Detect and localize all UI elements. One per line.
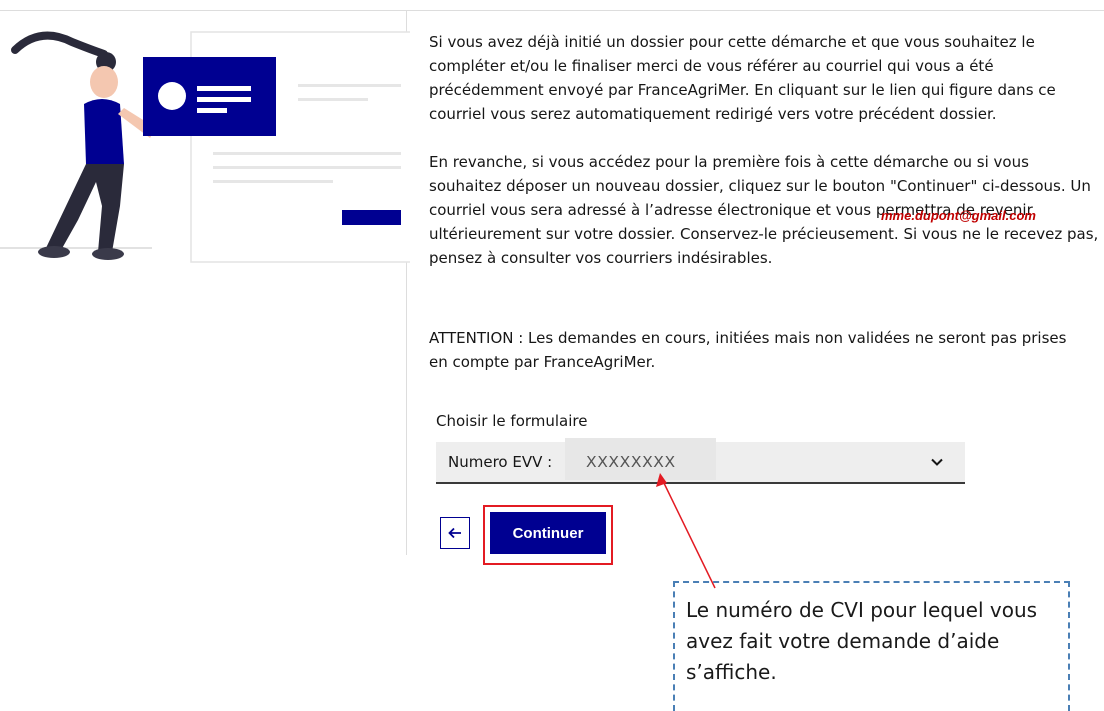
document-button-shape: [342, 210, 401, 225]
attention-paragraph: ATTENTION : Les demandes en cours, initi…: [429, 329, 1067, 371]
annotation-callout: Le numéro de CVI pour lequel vous avez f…: [673, 581, 1070, 711]
illustration: [0, 31, 410, 263]
select-prefix: Numero EVV :: [448, 453, 553, 471]
chevron-down-icon[interactable]: [929, 454, 945, 470]
intro-paragraph-1: Si vous avez déjà initié un dossier pour…: [429, 33, 1056, 123]
annotation-arrow: [656, 473, 716, 589]
arrow-left-icon: [448, 527, 461, 539]
annotation-text: Le numéro de CVI pour lequel vous avez f…: [686, 598, 1038, 684]
email-address: mme.dupont@gmail.com: [881, 208, 1036, 223]
back-button[interactable]: [440, 517, 470, 549]
continue-button[interactable]: Continuer: [490, 512, 606, 554]
form-select-label: Choisir le formulaire: [436, 412, 588, 430]
